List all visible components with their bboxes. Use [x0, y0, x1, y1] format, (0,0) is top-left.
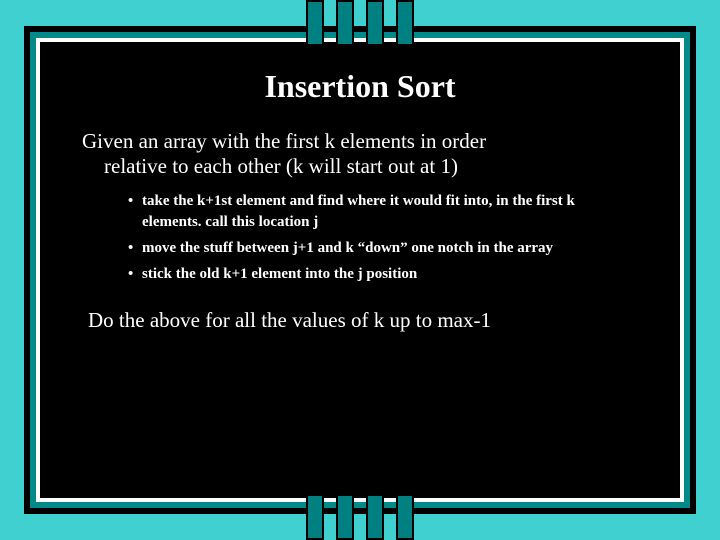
intro-paragraph: Given an array with the first k elements…	[82, 129, 638, 179]
list-item: move the stuff between j+1 and k “down” …	[128, 238, 638, 258]
comb-tooth	[306, 494, 324, 540]
comb-tooth	[336, 494, 354, 540]
comb-tooth	[396, 494, 414, 540]
list-item: stick the old k+1 element into the j pos…	[128, 264, 638, 284]
comb-tooth	[336, 0, 354, 46]
closing-paragraph: Do the above for all the values of k up …	[82, 308, 638, 333]
slide-title: Insertion Sort	[82, 68, 638, 105]
slide-stage: Insertion Sort Given an array with the f…	[0, 0, 720, 540]
slide-content-area: Insertion Sort Given an array with the f…	[40, 42, 680, 498]
bottom-binding-decoration	[306, 494, 414, 540]
top-binding-decoration	[306, 0, 414, 46]
intro-line-1: Given an array with the first k elements…	[82, 129, 486, 153]
comb-tooth	[366, 0, 384, 46]
comb-tooth	[306, 0, 324, 46]
comb-tooth	[366, 494, 384, 540]
intro-line-2: relative to each other (k will start out…	[88, 154, 638, 179]
list-item: take the k+1st element and find where it…	[128, 191, 638, 232]
bullet-list: take the k+1st element and find where it…	[82, 191, 638, 284]
comb-tooth	[396, 0, 414, 46]
